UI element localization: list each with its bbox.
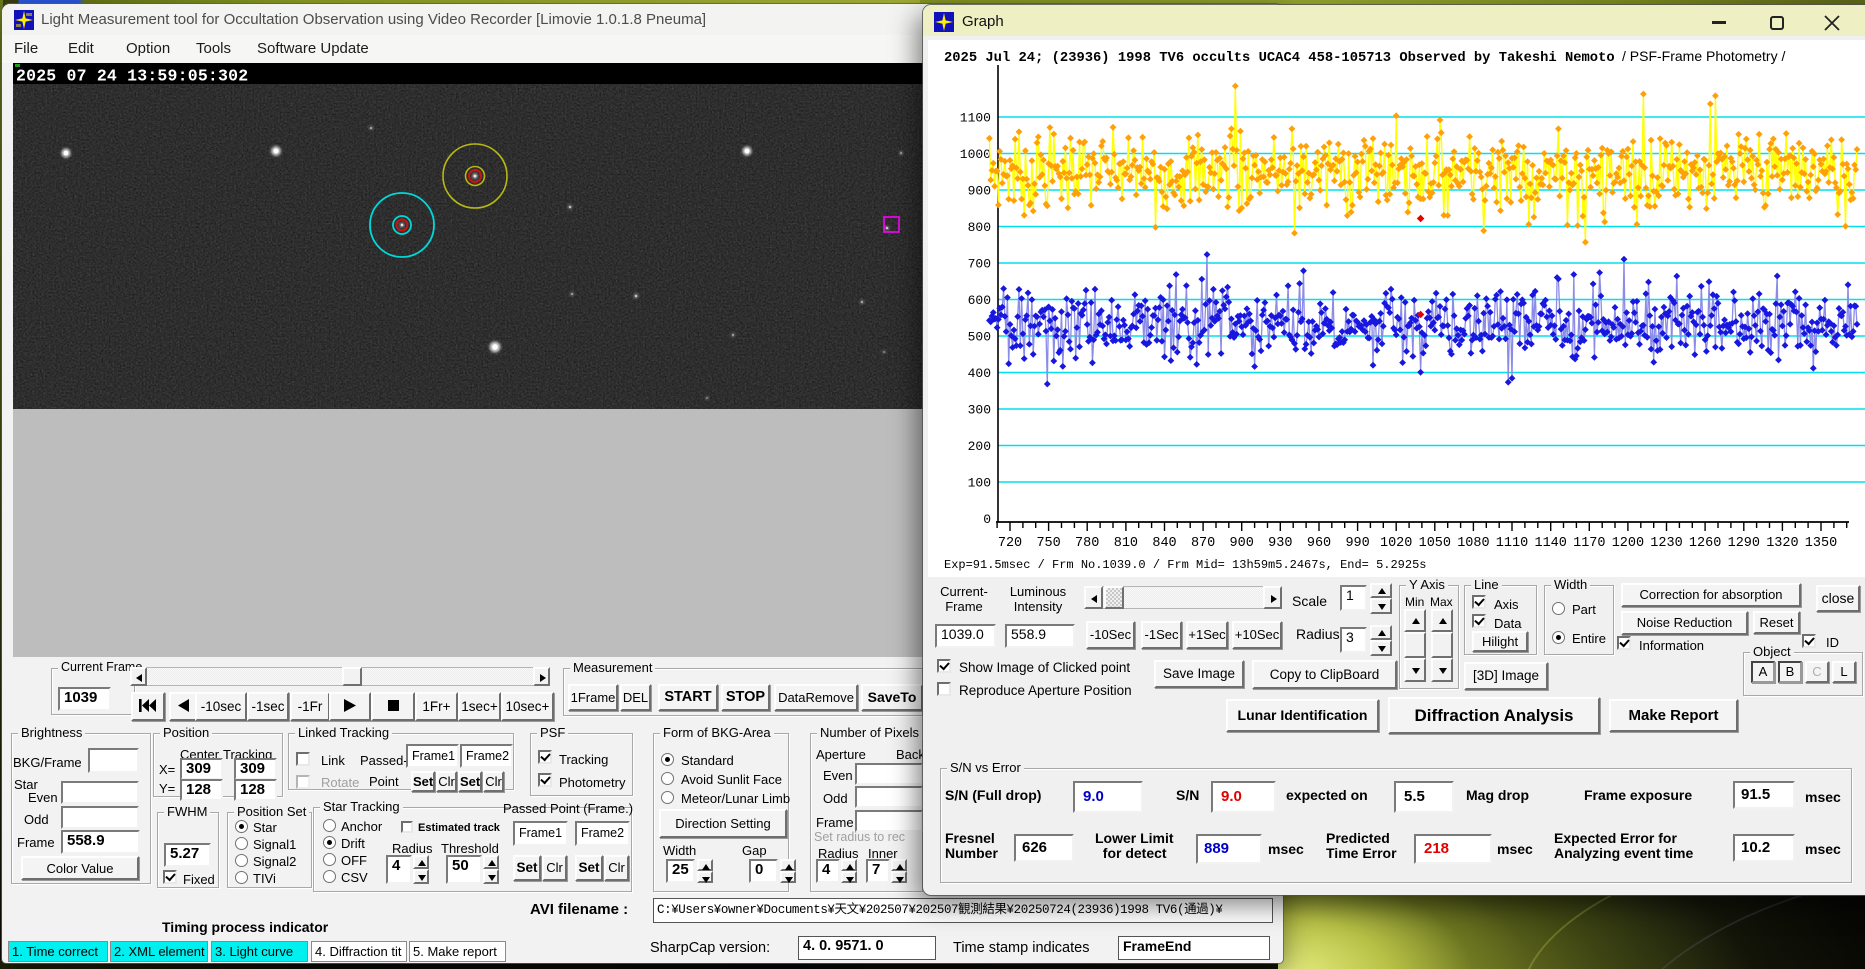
svg-text:1020: 1020 <box>1380 536 1412 551</box>
svg-text:300: 300 <box>968 403 991 418</box>
svg-text:400: 400 <box>968 366 991 381</box>
svg-text:900: 900 <box>1230 536 1254 551</box>
svg-text:2025 07 24 13:59:05:302: 2025 07 24 13:59:05:302 <box>16 67 248 86</box>
svg-text:840: 840 <box>1152 536 1176 551</box>
svg-text:720: 720 <box>998 536 1022 551</box>
svg-text:800: 800 <box>968 220 991 235</box>
svg-text:1140: 1140 <box>1534 536 1566 551</box>
svg-text:900: 900 <box>968 184 991 199</box>
svg-text:1230: 1230 <box>1650 536 1682 551</box>
svg-text:870: 870 <box>1191 536 1215 551</box>
svg-text:600: 600 <box>968 293 991 308</box>
svg-text:1000: 1000 <box>960 147 991 162</box>
svg-text:500: 500 <box>968 330 991 345</box>
svg-text:1080: 1080 <box>1457 536 1489 551</box>
svg-text:1110: 1110 <box>1496 536 1528 551</box>
svg-text:Exp=91.5msec / Frm No.1039.0 /: Exp=91.5msec / Frm No.1039.0 / Frm Mid= … <box>944 558 1426 572</box>
svg-text:780: 780 <box>1075 536 1099 551</box>
svg-text:1350: 1350 <box>1805 536 1837 551</box>
svg-text:1050: 1050 <box>1419 536 1451 551</box>
svg-text:810: 810 <box>1114 536 1138 551</box>
svg-text:700: 700 <box>968 257 991 272</box>
svg-text:1170: 1170 <box>1573 536 1605 551</box>
svg-text:1100: 1100 <box>960 111 991 126</box>
svg-text:200: 200 <box>968 439 991 454</box>
svg-text:1200: 1200 <box>1612 536 1644 551</box>
svg-text:990: 990 <box>1345 536 1369 551</box>
svg-text:100: 100 <box>968 476 991 491</box>
svg-text:960: 960 <box>1307 536 1331 551</box>
svg-text:1320: 1320 <box>1766 536 1798 551</box>
svg-text:2025 Jul 24; (23936) 1998 TV6: 2025 Jul 24; (23936) 1998 TV6 occults UC… <box>944 50 1615 66</box>
svg-text:0: 0 <box>983 512 991 527</box>
svg-text:930: 930 <box>1268 536 1292 551</box>
svg-text:1290: 1290 <box>1728 536 1760 551</box>
svg-text:/ PSF-Frame Photometry /: / PSF-Frame Photometry / <box>1622 48 1785 64</box>
svg-text:1260: 1260 <box>1689 536 1721 551</box>
svg-text:750: 750 <box>1036 536 1060 551</box>
